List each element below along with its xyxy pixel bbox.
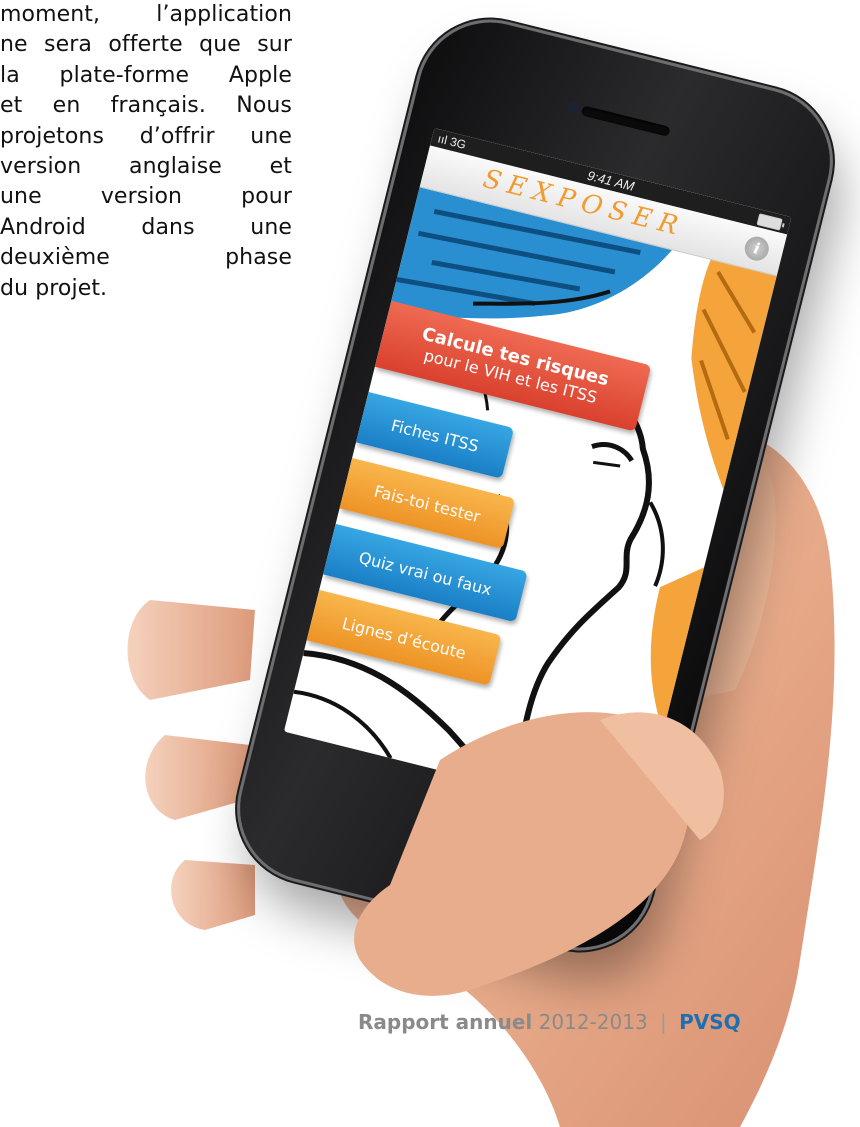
article-line: une version pour [0,184,292,210]
speaker-grille [580,105,671,137]
fiches-itss-label: Fiches ITSS [389,415,481,456]
article-text: moment, l’application ne sera offerte qu… [0,0,292,304]
footer-org: PVSQ [679,1010,741,1034]
camera-icon [566,99,581,115]
article-line: Android dans une [0,214,292,240]
info-icon[interactable]: i [742,234,772,264]
footer-years: 2012-2013 [538,1010,648,1034]
article-line: version anglaise et [0,153,292,179]
article-line: ne sera offerte que sur [0,32,292,58]
footer-separator: | [660,1010,667,1034]
smartphone: ııl 3G 9:41 AM SEXPOSER i Calcule tes ri… [224,7,846,963]
article-line: et en français. Nous [0,93,292,119]
phone-screen: ııl 3G 9:41 AM SEXPOSER i Calcule tes ri… [283,128,792,821]
article-line: du projet. [0,275,108,301]
article-line: deuxième phase [0,245,292,271]
article-line: la plate-forme Apple [0,62,292,88]
footer-title: Rapport annuel [358,1010,533,1034]
page-footer: Rapport annuel 2012-2013 | PVSQ [358,1010,741,1034]
test-label: Fais-toi tester [372,481,483,526]
article-line: moment, l’application [0,2,292,27]
article-line: projetons d’offrir une [0,123,292,149]
